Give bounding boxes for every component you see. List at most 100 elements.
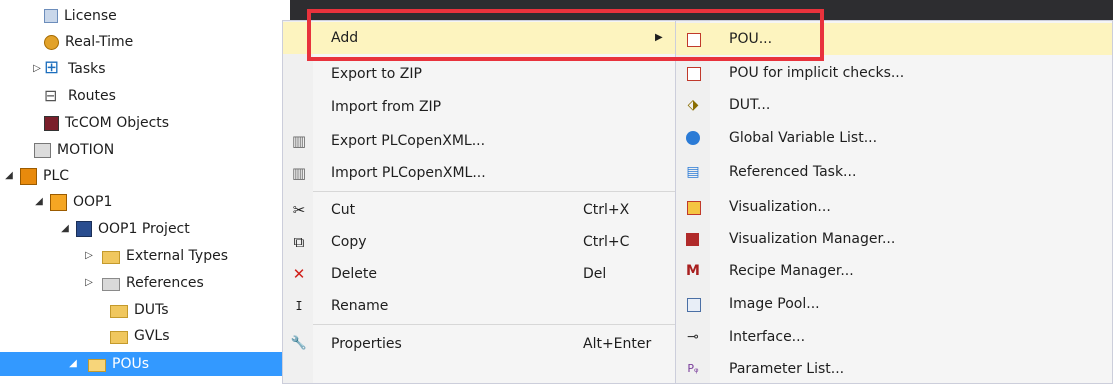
tree-item-routes[interactable]: Routes [30,84,116,108]
tree-item-gvls[interactable]: GVLs [96,324,170,348]
menu-item-add[interactable]: Add ▶ [283,22,676,54]
add-submenu: POU... POU for implicit checks... ⬗ DUT.… [675,20,1113,384]
tree-item-label: Tasks [68,61,106,77]
submenu-item-label: DUT... [729,97,771,113]
collapse-arrow-icon[interactable]: ◢ [32,190,46,214]
menu-separator [313,324,676,325]
menu-item-export-to-zip[interactable]: Export to ZIP [283,58,676,90]
submenu-item-label: Visualization... [729,199,831,215]
collapse-arrow-icon[interactable]: ◢ [58,217,72,241]
wrench-icon: 🔧 [290,336,308,351]
realtime-icon [44,34,59,50]
submenu-item-label: Parameter List... [729,361,845,377]
export-xml-icon: ▥ [291,132,307,150]
references-icon [102,277,120,291]
interface-icon: ⊸ [687,329,699,345]
tree-item-references[interactable]: ▷ References [82,271,204,295]
submenu-item-referenced-task[interactable]: ▤ Referenced Task... [676,156,1112,188]
tree-item-plc[interactable]: ◢ PLC [2,164,69,188]
submenu-item-global-variable-list[interactable]: Global Variable List... [676,122,1112,154]
project-icon [76,221,92,237]
submenu-item-pou-implicit-checks[interactable]: POU for implicit checks... [676,57,1112,89]
tree-item-duts[interactable]: DUTs [96,298,169,322]
submenu-item-visualization-manager[interactable]: Visualization Manager... [676,223,1112,255]
menu-item-import-plcopenxml[interactable]: ▥ Import PLCopenXML... [283,157,676,189]
gvl-icon [686,131,700,145]
submenu-item-visualization[interactable]: Visualization... [676,191,1112,223]
submenu-arrow-icon: ▶ [655,32,663,43]
menu-item-label: Copy [331,234,367,250]
tree-item-label: License [64,8,117,24]
submenu-item-label: Visualization Manager... [729,231,896,247]
menu-separator [313,191,676,192]
tree-item-oop1[interactable]: ◢ OOP1 [32,190,112,214]
menu-item-label: Export PLCopenXML... [331,133,486,149]
tree-item-tasks[interactable]: ▷ Tasks [30,56,106,81]
tree-item-label: POUs [112,356,150,372]
submenu-item-label: Interface... [729,329,806,345]
submenu-item-label: Recipe Manager... [729,263,854,279]
tree-item-label: DUTs [134,302,169,318]
plc-project-icon [50,193,67,211]
menu-item-rename[interactable]: ⵊ Rename [283,290,676,322]
submenu-item-image-pool[interactable]: Image Pool... [676,288,1112,320]
menu-item-properties[interactable]: 🔧 Properties Alt+Enter [283,328,676,360]
context-menu: Add ▶ Export to ZIP Import from ZIP ▥ Ex… [282,20,677,384]
collapse-arrow-icon[interactable]: ◢ [2,164,16,188]
tree-item-label: TcCOM Objects [65,115,170,131]
copy-icon: ⧉ [293,233,305,251]
menu-item-cut[interactable]: ✂ Cut Ctrl+X [283,194,676,226]
tree-item-oop1-project[interactable]: ◢ OOP1 Project [58,217,190,241]
menu-item-import-from-zip[interactable]: Import from ZIP [283,91,676,123]
menu-item-label: Rename [331,298,389,314]
shortcut-label: Alt+Enter [583,336,652,352]
collapse-arrow-icon[interactable]: ◢ [66,352,80,376]
tccom-icon [44,115,59,131]
menu-item-copy[interactable]: ⧉ Copy Ctrl+C [283,226,676,258]
routes-icon [44,84,62,108]
submenu-item-parameter-list[interactable]: Pᵩ Parameter List... [676,353,1112,385]
menu-item-label: Delete [331,266,377,282]
expand-arrow-icon[interactable]: ▷ [30,57,44,81]
rename-icon: ⵊ [295,299,303,313]
menu-item-export-plcopenxml[interactable]: ▥ Export PLCopenXML... [283,125,676,157]
solution-tree: License Real-Time ▷ Tasks Routes TcCOM O… [0,0,290,384]
tree-item-label: External Types [126,248,228,264]
tree-item-label: Routes [68,88,116,104]
tree-item-motion[interactable]: MOTION [20,138,114,162]
recipe-manager-icon: M [686,263,700,279]
submenu-item-pou[interactable]: POU... [676,23,1112,55]
shortcut-label: Ctrl+C [583,234,630,250]
tree-item-label: MOTION [57,142,115,158]
tree-item-label: References [126,275,204,291]
motion-icon [34,142,51,158]
menu-item-label: Export to ZIP [331,66,422,82]
tree-item-real-time[interactable]: Real-Time [30,30,133,54]
image-pool-icon [687,298,701,312]
tree-item-label: PLC [43,168,70,184]
shortcut-label: Del [583,266,607,282]
tree-item-pous[interactable]: ◢ POUs [0,352,290,376]
tree-item-external-types[interactable]: ▷ External Types [82,244,228,268]
tree-item-tccom-objects[interactable]: TcCOM Objects [30,111,169,135]
dut-icon: ⬗ [687,97,699,113]
menu-item-delete[interactable]: ✕ Delete Del [283,258,676,290]
folder-icon [110,330,128,344]
submenu-item-dut[interactable]: ⬗ DUT... [676,89,1112,121]
tree-item-label: OOP1 Project [98,221,190,237]
submenu-item-label: Image Pool... [729,296,820,312]
submenu-item-recipe-manager[interactable]: M Recipe Manager... [676,255,1112,287]
submenu-item-label: Referenced Task... [729,164,857,180]
visualization-manager-icon [686,233,699,246]
delete-icon: ✕ [292,265,306,283]
plc-icon [20,167,37,185]
visualization-icon [687,201,701,215]
submenu-item-interface[interactable]: ⊸ Interface... [676,321,1112,353]
cut-icon: ✂ [292,201,306,219]
expand-arrow-icon[interactable]: ▷ [82,244,96,268]
referenced-task-icon: ▤ [686,164,700,180]
folder-open-icon [88,358,106,372]
expand-arrow-icon[interactable]: ▷ [82,271,96,295]
tree-item-license[interactable]: License [30,4,117,28]
pou-icon [687,33,701,47]
